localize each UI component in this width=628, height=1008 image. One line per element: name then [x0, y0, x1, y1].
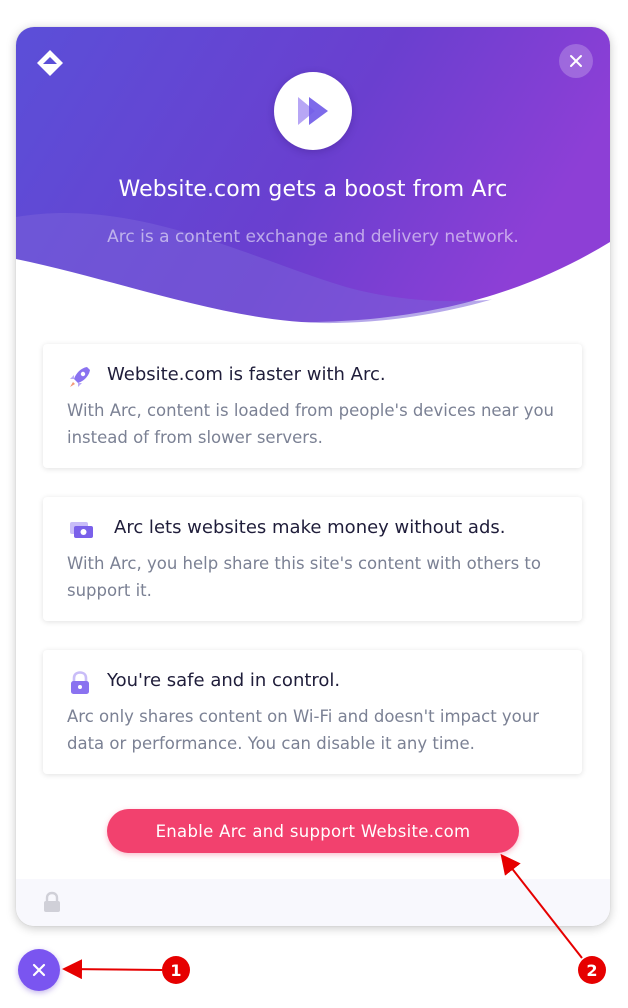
- lock-icon: [44, 891, 60, 912]
- feature-card-faster: Website.com is faster with Arc. With Arc…: [43, 344, 582, 468]
- enable-arc-button[interactable]: Enable Arc and support Website.com: [107, 809, 519, 853]
- arc-play-badge: [274, 72, 352, 150]
- feature-card-safe: You're safe and in control. Arc only sha…: [43, 650, 582, 774]
- feature-title: Website.com is faster with Arc.: [107, 364, 386, 385]
- feature-card-money: Arc lets websites make money without ads…: [43, 497, 582, 621]
- annotation-marker-2: 2: [578, 956, 606, 984]
- annotation-marker-1: 1: [162, 956, 190, 984]
- popup-footer: [16, 879, 610, 926]
- lock-icon: [71, 671, 89, 694]
- hero-title: Website.com gets a boost from Arc: [118, 177, 508, 202]
- money-icon: [70, 522, 93, 538]
- arc-popup-card: Website.com gets a boost from Arc Arc is…: [16, 27, 610, 926]
- arc-toggle-button[interactable]: [18, 949, 60, 991]
- feature-description: With Arc, you help share this site's con…: [67, 554, 541, 600]
- feature-title: Arc lets websites make money without ads…: [114, 517, 506, 538]
- close-icon: [32, 963, 46, 977]
- fast-forward-icon: [298, 97, 328, 125]
- close-button[interactable]: [559, 44, 593, 78]
- feature-description: Arc only shares content on Wi-Fi and doe…: [67, 707, 540, 753]
- feature-description: With Arc, content is loaded from people'…: [67, 401, 555, 447]
- hero-subtitle: Arc is a content exchange and delivery n…: [107, 227, 519, 247]
- feature-title: You're safe and in control.: [107, 670, 341, 691]
- close-icon: [570, 55, 582, 67]
- annotation-arrow-1: [62, 959, 163, 980]
- arc-logo-icon: [36, 49, 64, 77]
- hero-header: Website.com gets a boost from Arc Arc is…: [16, 27, 610, 327]
- rocket-icon: [70, 367, 90, 387]
